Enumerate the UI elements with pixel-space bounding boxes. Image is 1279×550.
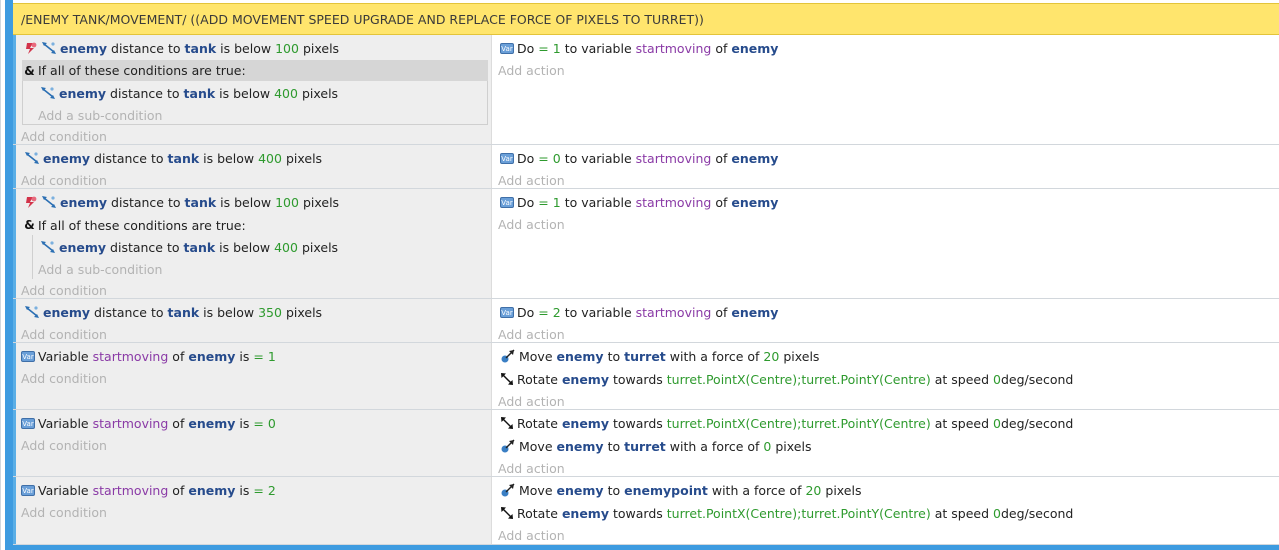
distance-icon xyxy=(40,86,56,100)
add-action-link[interactable]: Add action xyxy=(498,60,565,80)
event-actions[interactable]: Var Do = 2 to variable startmoving of en… xyxy=(491,299,1279,342)
add-condition-link[interactable]: Add condition xyxy=(21,170,107,190)
add-action-link[interactable]: Add action xyxy=(498,170,565,190)
add-condition-link[interactable]: Add condition xyxy=(21,435,107,455)
event-conditions[interactable]: enemy distance to tank is below 400 pixe… xyxy=(13,145,491,188)
rotate-icon xyxy=(500,372,514,386)
condition-row[interactable]: Var Variable startmoving of enemy is = 1 xyxy=(21,346,276,366)
variable-icon: Var xyxy=(500,152,514,164)
condition-row[interactable]: Var Variable startmoving of enemy is = 0 xyxy=(21,413,276,433)
add-sub-condition-link[interactable]: Add a sub-condition xyxy=(38,105,162,125)
move-icon xyxy=(500,348,516,364)
add-action-link[interactable]: Add action xyxy=(498,391,565,411)
event-conditions[interactable]: Var Variable startmoving of enemy is = 2… xyxy=(13,477,491,544)
group-footer-bar xyxy=(13,545,1279,550)
ampersand-icon: & xyxy=(24,63,35,78)
variable-icon: Var xyxy=(21,417,35,429)
or-block-header[interactable]: & If all of these conditions are true: xyxy=(24,215,245,235)
variable-icon: Var xyxy=(500,196,514,208)
distance-icon xyxy=(24,305,40,319)
variable-icon: Var xyxy=(500,42,514,54)
variable-icon: Var xyxy=(21,484,35,496)
action-row[interactable]: Rotate enemy towards turret.PointX(Centr… xyxy=(500,413,1073,433)
add-action-link[interactable]: Add action xyxy=(498,324,565,344)
action-row[interactable]: Move enemy to turret with a force of 0 p… xyxy=(500,436,811,456)
add-sub-condition-link[interactable]: Add a sub-condition xyxy=(38,259,162,279)
distance-icon xyxy=(24,151,40,165)
add-condition-link[interactable]: Add condition xyxy=(21,324,107,344)
action-row[interactable]: Rotate enemy towards turret.PointX(Centr… xyxy=(500,503,1073,523)
distance-icon xyxy=(40,240,56,254)
event-actions[interactable]: Var Do = 0 to variable startmoving of en… xyxy=(491,145,1279,188)
trigger-icon xyxy=(24,41,38,55)
distance-icon xyxy=(41,195,57,209)
group-title: /ENEMY TANK/MOVEMENT/ ((ADD MOVEMENT SPE… xyxy=(21,11,704,27)
event-block[interactable]: enemy distance to tank is below 400 pixe… xyxy=(13,145,1279,189)
event-conditions[interactable]: enemy distance to tank is below 100 pixe… xyxy=(13,35,491,144)
event-block[interactable]: enemy distance to tank is below 350 pixe… xyxy=(13,299,1279,343)
event-conditions[interactable]: Var Variable startmoving of enemy is = 1… xyxy=(13,343,491,409)
event-conditions[interactable]: enemy distance to tank is below 100 pixe… xyxy=(13,189,491,298)
action-row[interactable]: Var Do = 0 to variable startmoving of en… xyxy=(500,148,778,168)
action-row[interactable]: Move enemy to turret with a force of 20 … xyxy=(500,346,819,366)
event-actions[interactable]: Var Do = 1 to variable startmoving of en… xyxy=(491,189,1279,298)
rotate-icon xyxy=(500,506,514,520)
event-block[interactable]: Var Variable startmoving of enemy is = 0… xyxy=(13,410,1279,477)
distance-icon xyxy=(41,41,57,55)
condition-row[interactable]: enemy distance to tank is below 400 pixe… xyxy=(24,148,322,168)
add-condition-link[interactable]: Add condition xyxy=(21,126,107,146)
event-actions[interactable]: Rotate enemy towards turret.PointX(Centr… xyxy=(491,410,1279,476)
move-icon xyxy=(500,438,516,454)
move-icon xyxy=(500,482,516,498)
action-row[interactable]: Var Do = 1 to variable startmoving of en… xyxy=(500,192,778,212)
sub-condition-row[interactable]: enemy distance to tank is below 400 pixe… xyxy=(40,83,338,103)
event-actions[interactable]: Move enemy to turret with a force of 20 … xyxy=(491,343,1279,409)
event-block[interactable]: Var Variable startmoving of enemy is = 1… xyxy=(13,343,1279,410)
condition-row[interactable]: Var Variable startmoving of enemy is = 2 xyxy=(21,480,276,500)
ampersand-icon: & xyxy=(24,218,35,232)
variable-icon: Var xyxy=(21,350,35,362)
trigger-icon xyxy=(24,195,38,209)
event-group-header[interactable]: /ENEMY TANK/MOVEMENT/ ((ADD MOVEMENT SPE… xyxy=(13,3,1279,35)
event-conditions[interactable]: Var Variable startmoving of enemy is = 0… xyxy=(13,410,491,476)
event-block[interactable]: enemy distance to tank is below 100 pixe… xyxy=(13,189,1279,299)
event-actions[interactable]: Var Do = 1 to variable startmoving of en… xyxy=(491,35,1279,144)
event-block[interactable]: enemy distance to tank is below 100 pixe… xyxy=(13,35,1279,145)
sub-condition-row[interactable]: enemy distance to tank is below 400 pixe… xyxy=(40,237,338,257)
or-block-header[interactable]: & If all of these conditions are true: xyxy=(22,60,488,81)
add-condition-link[interactable]: Add condition xyxy=(21,368,107,388)
add-condition-link[interactable]: Add condition xyxy=(21,280,107,300)
action-row[interactable]: Var Do = 2 to variable startmoving of en… xyxy=(500,302,778,322)
add-condition-link[interactable]: Add condition xyxy=(21,502,107,522)
condition-row[interactable]: enemy distance to tank is below 100 pixe… xyxy=(24,38,339,58)
sub-condition-guide xyxy=(32,235,33,279)
action-row[interactable]: Var Do = 1 to variable startmoving of en… xyxy=(500,38,778,58)
action-row[interactable]: Rotate enemy towards turret.PointX(Centr… xyxy=(500,369,1073,389)
variable-icon: Var xyxy=(500,306,514,318)
gutter-line xyxy=(0,0,1,550)
event-conditions[interactable]: enemy distance to tank is below 350 pixe… xyxy=(13,299,491,342)
event-block[interactable]: Var Variable startmoving of enemy is = 2… xyxy=(13,477,1279,545)
add-action-link[interactable]: Add action xyxy=(498,214,565,234)
add-action-link[interactable]: Add action xyxy=(498,525,565,545)
rotate-icon xyxy=(500,416,514,430)
condition-row[interactable]: enemy distance to tank is below 100 pixe… xyxy=(24,192,339,212)
add-action-link[interactable]: Add action xyxy=(498,458,565,478)
action-row[interactable]: Move enemy to enemypoint with a force of… xyxy=(500,480,862,500)
condition-row[interactable]: enemy distance to tank is below 350 pixe… xyxy=(24,302,322,322)
event-actions[interactable]: Move enemy to enemypoint with a force of… xyxy=(491,477,1279,544)
group-indent-bar xyxy=(5,0,13,550)
